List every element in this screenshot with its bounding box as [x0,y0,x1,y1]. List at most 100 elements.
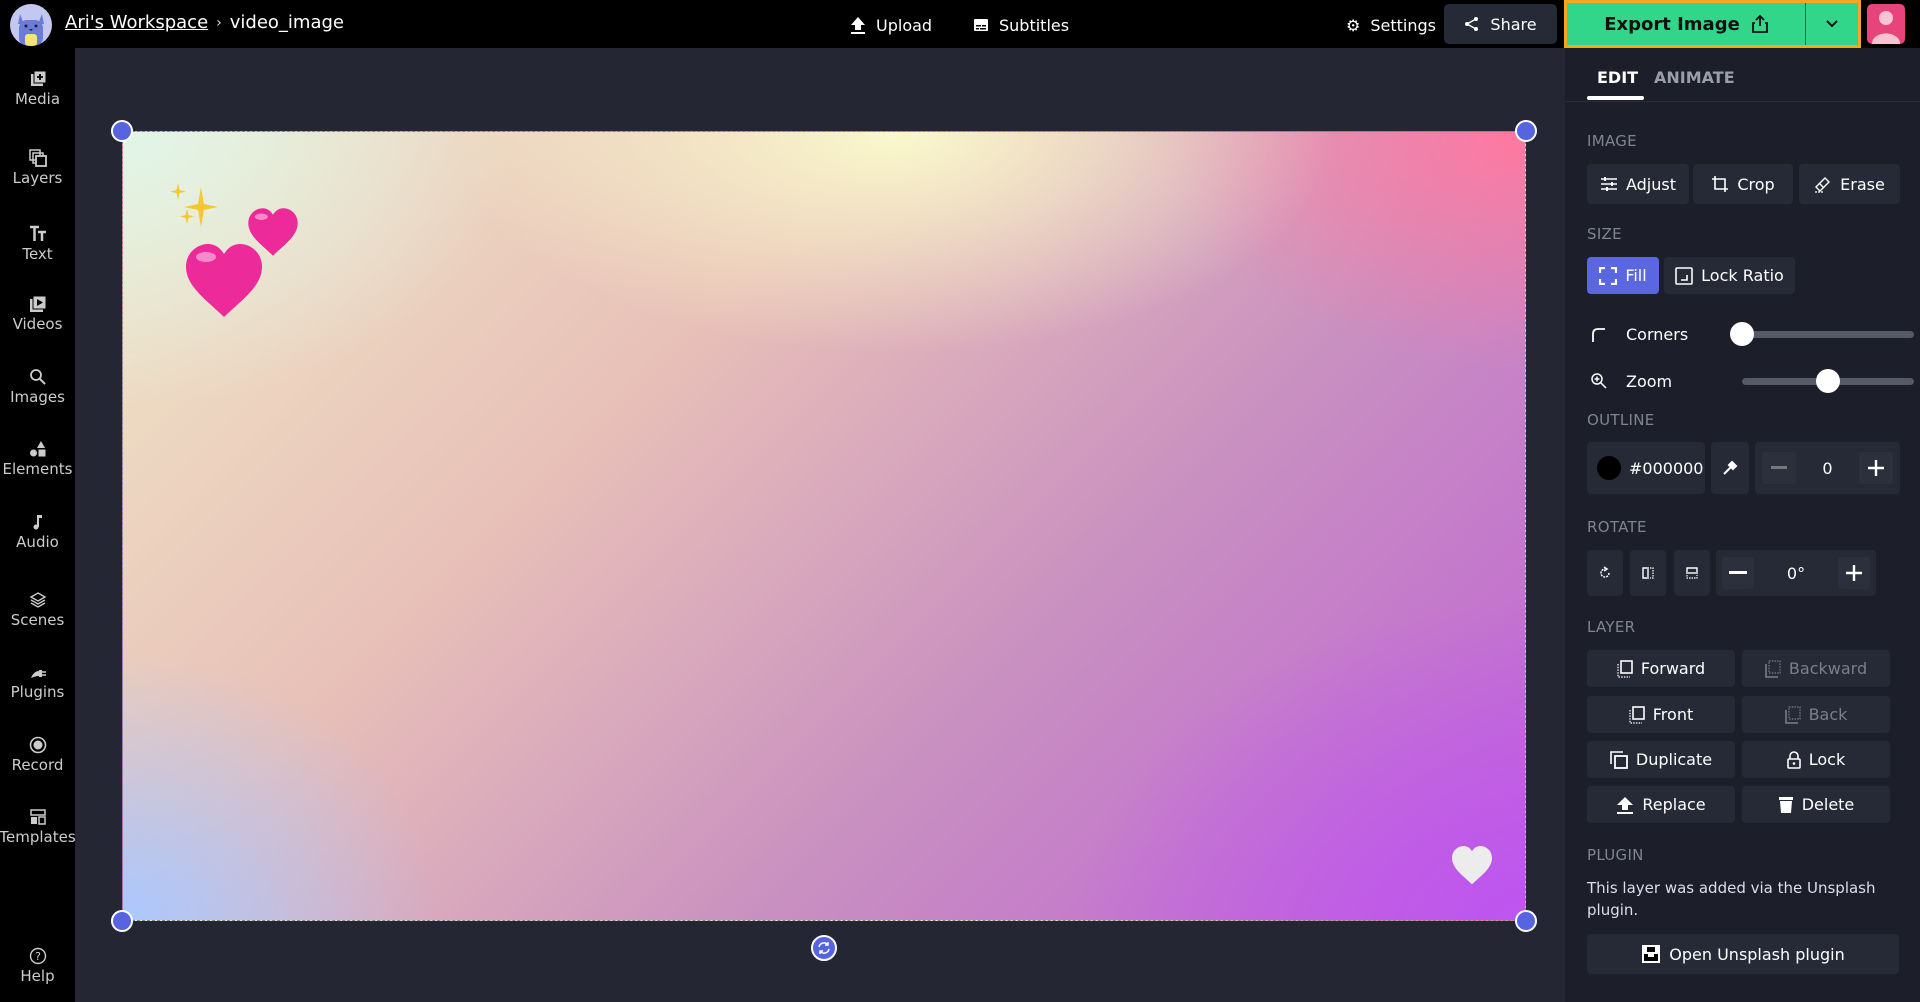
backward-label: Backward [1788,659,1868,678]
templates-icon [29,809,46,825]
delete-button[interactable]: Delete [1742,786,1890,823]
sidebar-item-media[interactable]: Media [0,70,75,108]
outline-width-value[interactable]: 0 [1822,459,1832,478]
sidebar-item-videos[interactable]: Videos [0,295,75,333]
zoom-label: Zoom [1626,371,1673,391]
rotate-cw-icon [1600,566,1610,578]
settings-button[interactable]: ⚙ Settings [1346,10,1436,40]
sidebar-label: Layers [12,169,63,187]
fill-button[interactable]: Fill [1587,257,1659,294]
upload-button[interactable]: Upload [850,10,932,40]
corners-label: Corners [1626,324,1689,344]
resize-handle-top-left[interactable] [111,120,133,142]
sidebar-item-plugins[interactable]: Plugins [0,663,75,701]
music-note-icon [33,515,42,530]
export-dropdown-button[interactable] [1806,3,1858,45]
sliders-icon [1600,177,1617,191]
upload-label: Upload [876,15,933,35]
plugin-description: This layer was added via the Unsplash pl… [1587,879,1876,919]
forward-label: Forward [1640,659,1706,678]
corners-slider[interactable] [1730,322,1914,346]
zoom-slider[interactable] [1742,369,1914,393]
shapes-icon [29,441,45,457]
outline-decrease-button[interactable] [1762,452,1796,484]
sidebar-item-audio[interactable]: Audio [0,513,75,551]
workspace-link[interactable]: Ari's Workspace [65,12,208,33]
adjust-button[interactable]: Adjust [1587,164,1689,204]
flip-vertical-button[interactable] [1674,550,1710,596]
replace-button[interactable]: Replace [1587,786,1735,823]
erase-button[interactable]: Erase [1799,164,1900,204]
video-icon [29,295,46,312]
duplicate-button[interactable]: Duplicate [1587,741,1735,778]
back-button[interactable]: Back [1742,696,1890,733]
zoom-row: Zoom [1587,366,1914,396]
sidebar-item-images[interactable]: Images [0,368,75,406]
rotate-decrease-button[interactable] [1722,557,1754,589]
user-icon [1872,11,1900,44]
sidebar-item-templates[interactable]: Templates [0,808,76,846]
settings-label: Settings [1370,15,1436,35]
sidebar-item-text[interactable]: Text [0,225,75,263]
adjust-label: Adjust [1625,174,1676,194]
subtitles-label: Subtitles [999,15,1070,35]
section-image-label: IMAGE [1587,132,1637,150]
flip-vertical-icon [1686,567,1698,579]
export-highlight: Export Image [1564,0,1861,48]
project-name[interactable]: video_image [230,12,344,33]
section-size-label: SIZE [1587,225,1622,243]
crop-button[interactable]: Crop [1693,164,1793,204]
rotate-handle[interactable] [811,935,837,961]
sidebar-item-record[interactable]: Record [0,736,75,774]
fill-expand-icon [1599,266,1618,285]
export-image-button[interactable]: Export Image [1567,3,1806,45]
eyedropper-button[interactable] [1711,442,1749,494]
rotate-icon [818,942,830,954]
plus-icon [1868,460,1884,476]
flip-horizontal-button[interactable] [1630,550,1666,596]
aspect-ratio-icon [1675,266,1693,285]
backward-button[interactable]: Backward [1742,650,1890,687]
breadcrumb: Ari's Workspace › video_image [65,12,344,33]
workspace-logo[interactable] [10,4,52,46]
send-backward-icon [1765,659,1781,678]
sidebar-item-elements[interactable]: Elements [0,440,75,478]
eraser-icon [1815,177,1831,193]
sidebar-label: Templates [0,828,76,846]
corners-slider-thumb[interactable] [1730,322,1754,346]
forward-button[interactable]: Forward [1587,650,1735,687]
pink-heart-small-icon [248,208,298,256]
open-unsplash-plugin-button[interactable]: Open Unsplash plugin [1587,934,1899,974]
rotate-90-button[interactable] [1587,550,1623,596]
zoom-slider-thumb[interactable] [1816,369,1840,393]
resize-handle-bottom-left[interactable] [111,910,133,932]
media-add-icon [30,70,46,86]
active-tab-indicator [1587,96,1644,100]
canvas-area[interactable] [75,48,1565,1002]
left-sidebar: Media Layers Text Videos Images Elements… [0,48,76,1002]
subtitles-button[interactable]: Subtitles [973,10,1069,40]
user-avatar[interactable] [1867,4,1905,44]
crop-icon [1712,176,1729,192]
resize-handle-top-right[interactable] [1515,120,1537,142]
lock-ratio-button[interactable]: Lock Ratio [1664,257,1795,294]
share-label: Share [1490,14,1537,34]
crop-label: Crop [1737,174,1775,194]
sidebar-item-layers[interactable]: Layers [0,149,75,187]
sidebar-label: Elements [2,460,73,478]
outline-color-button[interactable]: #000000 [1587,442,1705,494]
tab-edit[interactable]: EDIT [1597,68,1638,87]
resize-handle-bottom-right[interactable] [1515,910,1537,932]
front-button[interactable]: Front [1587,696,1735,733]
sidebar-item-scenes[interactable]: Scenes [0,591,75,629]
lock-label: Lock [1808,750,1846,769]
lock-button[interactable]: Lock [1742,741,1890,778]
lock-icon [1786,750,1801,769]
share-button[interactable]: Share [1444,4,1557,44]
rotate-value[interactable]: 0° [1787,564,1805,583]
tab-animate[interactable]: ANIMATE [1654,68,1735,87]
outline-increase-button[interactable] [1859,452,1893,484]
selected-image-layer[interactable] [122,131,1526,921]
rotate-increase-button[interactable] [1838,557,1870,589]
help-button[interactable]: ? Help [0,947,75,985]
